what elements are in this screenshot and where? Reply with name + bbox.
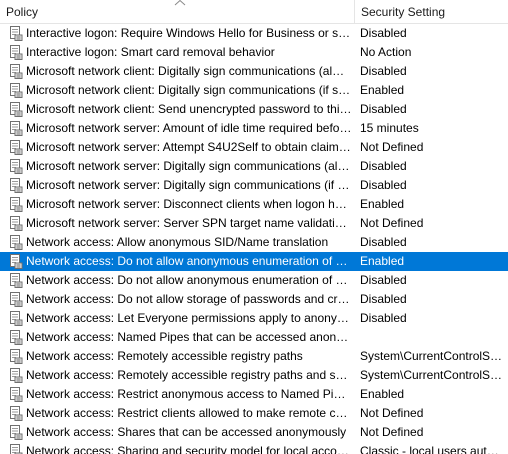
security-setting-value: Disabled [360, 311, 407, 325]
policy-item-icon [10, 425, 23, 440]
policy-row[interactable]: Microsoft network client: Digitally sign… [0, 81, 508, 100]
policy-name: Microsoft network server: Attempt S4U2Se… [26, 140, 352, 154]
policy-item-icon [10, 197, 23, 212]
policy-name: Network access: Remotely accessible regi… [26, 368, 352, 382]
policy-name: Network access: Remotely accessible regi… [26, 349, 303, 363]
policy-item-icon [10, 330, 23, 345]
security-setting-value: Not Defined [360, 406, 424, 420]
policy-list: Interactive logon: Require Windows Hello… [0, 24, 508, 454]
security-setting-value: Enabled [360, 197, 405, 211]
policy-name: Microsoft network server: Amount of idle… [26, 121, 352, 135]
policy-item-icon [10, 140, 23, 155]
policy-name: Microsoft network server: Digitally sign… [26, 178, 352, 192]
policy-row[interactable]: Interactive logon: Smart card removal be… [0, 43, 508, 62]
policy-item-icon [10, 26, 23, 41]
policy-name: Network access: Do not allow anonymous e… [26, 254, 352, 268]
policy-row[interactable]: Network access: Restrict anonymous acces… [0, 385, 508, 404]
policy-row[interactable]: Network access: Do not allow anonymous e… [0, 252, 508, 271]
policy-row[interactable]: Microsoft network client: Digitally sign… [0, 62, 508, 81]
policy-item-icon [10, 349, 23, 364]
policy-name: Network access: Let Everyone permissions… [26, 311, 352, 325]
policy-item-icon [10, 45, 23, 60]
policy-column-label: Policy [6, 5, 39, 19]
policy-row[interactable]: Network access: Allow anonymous SID/Name… [0, 233, 508, 252]
security-setting-value: 15 minutes [360, 121, 419, 135]
policy-name: Microsoft network server: Server SPN tar… [26, 216, 352, 230]
security-setting-value: System\CurrentControlSet\Control\Product… [360, 349, 504, 363]
security-setting-column-label: Security Setting [361, 5, 446, 19]
policy-row[interactable]: Microsoft network server: Amount of idle… [0, 119, 508, 138]
policy-row[interactable]: Microsoft network server: Server SPN tar… [0, 214, 508, 233]
policy-name: Microsoft network server: Digitally sign… [26, 159, 352, 173]
security-setting-value: Enabled [360, 254, 405, 268]
policy-name: Microsoft network server: Disconnect cli… [26, 197, 352, 211]
policy-row[interactable]: Network access: Remotely accessible regi… [0, 366, 508, 385]
policy-name: Interactive logon: Require Windows Hello… [26, 26, 352, 40]
policy-item-icon [10, 292, 23, 307]
policy-name: Network access: Allow anonymous SID/Name… [26, 235, 329, 249]
policy-item-icon [10, 444, 23, 454]
policy-item-icon [10, 235, 23, 250]
policy-name: Network access: Do not allow storage of … [26, 292, 352, 306]
policy-name: Network access: Shares that can be acces… [26, 425, 347, 439]
chevron-up-icon [174, 0, 186, 6]
security-setting-column-header[interactable]: Security Setting [354, 0, 508, 23]
policy-row[interactable]: Microsoft network client: Send unencrypt… [0, 100, 508, 119]
security-setting-value: Enabled [360, 83, 405, 97]
security-setting-value: Disabled [360, 159, 407, 173]
policy-name: Network access: Do not allow anonymous e… [26, 273, 352, 287]
security-setting-value: Disabled [360, 178, 407, 192]
security-setting-value: Disabled [360, 64, 407, 78]
security-setting-value: Enabled [360, 387, 405, 401]
policy-name: Network access: Restrict anonymous acces… [26, 387, 352, 401]
policy-name: Network access: Restrict clients allowed… [26, 406, 352, 420]
policy-row[interactable]: Microsoft network server: Attempt S4U2Se… [0, 138, 508, 157]
policy-row[interactable]: Network access: Remotely accessible regi… [0, 347, 508, 366]
list-header: Policy Security Setting [0, 0, 508, 24]
security-setting-value: Disabled [360, 26, 407, 40]
policy-item-icon [10, 368, 23, 383]
policy-item-icon [10, 311, 23, 326]
policy-name: Microsoft network client: Send unencrypt… [26, 102, 352, 116]
policy-item-icon [10, 178, 23, 193]
policy-item-icon [10, 273, 23, 288]
security-setting-value: Not Defined [360, 216, 424, 230]
policy-item-icon [10, 102, 23, 117]
security-setting-value: Disabled [360, 292, 407, 306]
policy-item-icon [10, 254, 23, 269]
policy-item-icon [10, 121, 23, 136]
policy-item-icon [10, 159, 23, 174]
policy-row[interactable]: Microsoft network server: Digitally sign… [0, 176, 508, 195]
policy-row[interactable]: Network access: Let Everyone permissions… [0, 309, 508, 328]
security-setting-value: Not Defined [360, 140, 424, 154]
policy-name: Microsoft network client: Digitally sign… [26, 64, 352, 78]
policy-item-icon [10, 83, 23, 98]
policy-row[interactable]: Network access: Do not allow storage of … [0, 290, 508, 309]
security-setting-value: No Action [360, 45, 412, 59]
security-setting-value: Disabled [360, 235, 407, 249]
policy-name: Interactive logon: Smart card removal be… [26, 45, 275, 59]
security-setting-value: Disabled [360, 102, 407, 116]
security-setting-value: Not Defined [360, 425, 424, 439]
policy-name: Network access: Sharing and security mod… [26, 444, 352, 454]
policy-row[interactable]: Network access: Do not allow anonymous e… [0, 271, 508, 290]
policy-item-icon [10, 216, 23, 231]
policy-name: Microsoft network client: Digitally sign… [26, 83, 352, 97]
policy-row[interactable]: Microsoft network server: Disconnect cli… [0, 195, 508, 214]
policy-row[interactable]: Network access: Sharing and security mod… [0, 442, 508, 454]
policy-item-icon [10, 387, 23, 402]
security-setting-value: Classic - local users authenticate as th… [360, 444, 504, 454]
policy-row[interactable]: Network access: Named Pipes that can be … [0, 328, 508, 347]
security-setting-value: Disabled [360, 273, 407, 287]
policy-name: Network access: Named Pipes that can be … [26, 330, 352, 344]
security-setting-value: System\CurrentControlSet\Control\Print\P… [360, 368, 504, 382]
policy-row[interactable]: Network access: Restrict clients allowed… [0, 404, 508, 423]
policy-item-icon [10, 64, 23, 79]
policy-row[interactable]: Network access: Shares that can be acces… [0, 423, 508, 442]
policy-item-icon [10, 406, 23, 421]
policy-row[interactable]: Interactive logon: Require Windows Hello… [0, 24, 508, 43]
policy-row[interactable]: Microsoft network server: Digitally sign… [0, 157, 508, 176]
